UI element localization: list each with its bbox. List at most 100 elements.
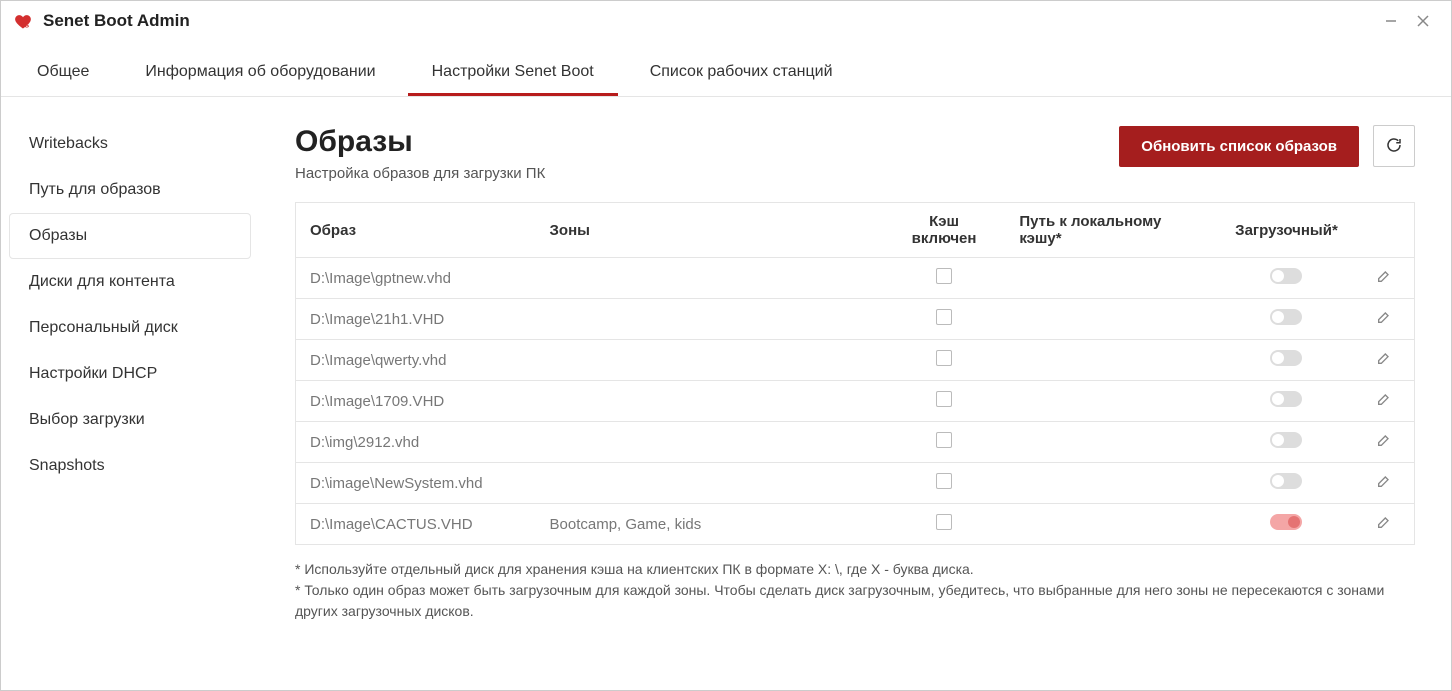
titlebar: S Senet Boot Admin: [1, 1, 1451, 41]
cell-image: D:\Image\CACTUS.VHD: [296, 504, 536, 545]
table-row: D:\Image\21h1.VHD: [296, 299, 1415, 340]
cell-edit: [1353, 504, 1414, 545]
update-images-button[interactable]: Обновить список образов: [1119, 126, 1359, 167]
bootable-toggle[interactable]: [1270, 391, 1302, 407]
col-header-edit: [1353, 203, 1414, 258]
sidebar-item-3[interactable]: Диски для контента: [1, 259, 259, 305]
refresh-icon: [1385, 136, 1403, 157]
cell-edit: [1353, 422, 1414, 463]
table-row: D:\image\NewSystem.vhd: [296, 463, 1415, 504]
sidebar-item-7[interactable]: Snapshots: [1, 443, 259, 489]
tab-2[interactable]: Настройки Senet Boot: [408, 51, 618, 96]
cell-edit: [1353, 463, 1414, 504]
tab-3[interactable]: Список рабочих станций: [626, 51, 857, 96]
cell-image: D:\Image\1709.VHD: [296, 381, 536, 422]
cell-cache-path: [1005, 504, 1219, 545]
cell-bootable: [1220, 299, 1353, 340]
sidebar-item-5[interactable]: Настройки DHCP: [1, 351, 259, 397]
cell-cache-enabled: [883, 299, 1006, 340]
cell-cache-path: [1005, 381, 1219, 422]
svg-text:S: S: [25, 23, 30, 30]
cache-checkbox[interactable]: [936, 432, 952, 448]
edit-icon[interactable]: [1376, 476, 1392, 493]
content: Образы Настройка образов для загрузки ПК…: [259, 97, 1451, 690]
cache-checkbox[interactable]: [936, 514, 952, 530]
cache-checkbox[interactable]: [936, 268, 952, 284]
sidebar-item-0[interactable]: Writebacks: [1, 121, 259, 167]
cell-zones: [536, 340, 883, 381]
col-header-image: Образ: [296, 203, 536, 258]
cell-cache-path: [1005, 463, 1219, 504]
cell-bootable: [1220, 381, 1353, 422]
sidebar-item-1[interactable]: Путь для образов: [1, 167, 259, 213]
bootable-toggle[interactable]: [1270, 473, 1302, 489]
table-row: D:\Image\CACTUS.VHDBootcamp, Game, kids: [296, 504, 1415, 545]
cell-cache-enabled: [883, 463, 1006, 504]
col-header-cache-enabled: Кэш включен: [883, 203, 1006, 258]
cell-zones: Bootcamp, Game, kids: [536, 504, 883, 545]
footnotes: * Используйте отдельный диск для хранени…: [295, 559, 1415, 622]
cell-image: D:\Image\qwerty.vhd: [296, 340, 536, 381]
edit-icon[interactable]: [1376, 312, 1392, 329]
bootable-toggle[interactable]: [1270, 432, 1302, 448]
col-header-zones: Зоны: [536, 203, 883, 258]
edit-icon[interactable]: [1376, 394, 1392, 411]
cell-cache-enabled: [883, 422, 1006, 463]
cell-cache-path: [1005, 422, 1219, 463]
tab-0[interactable]: Общее: [13, 51, 113, 96]
cell-edit: [1353, 299, 1414, 340]
cell-bootable: [1220, 258, 1353, 299]
sidebar-item-6[interactable]: Выбор загрузки: [1, 397, 259, 443]
sidebar-item-2[interactable]: Образы: [9, 213, 251, 259]
cell-zones: [536, 258, 883, 299]
minimize-button[interactable]: [1375, 5, 1407, 37]
edit-icon[interactable]: [1376, 353, 1392, 370]
cell-zones: [536, 381, 883, 422]
cell-cache-enabled: [883, 504, 1006, 545]
page-title: Образы: [295, 125, 545, 159]
cell-bootable: [1220, 463, 1353, 504]
table-row: D:\img\2912.vhd: [296, 422, 1415, 463]
sidebar: WritebacksПуть для образовОбразыДиски дл…: [1, 97, 259, 690]
cell-edit: [1353, 381, 1414, 422]
table-row: D:\Image\1709.VHD: [296, 381, 1415, 422]
cache-checkbox[interactable]: [936, 473, 952, 489]
edit-icon[interactable]: [1376, 435, 1392, 452]
app-title: Senet Boot Admin: [43, 11, 190, 31]
footnote-1: * Используйте отдельный диск для хранени…: [295, 559, 1415, 580]
cell-bootable: [1220, 340, 1353, 381]
cache-checkbox[interactable]: [936, 350, 952, 366]
page-subtitle: Настройка образов для загрузки ПК: [295, 165, 545, 182]
cell-image: D:\Image\gptnew.vhd: [296, 258, 536, 299]
refresh-button[interactable]: [1373, 125, 1415, 167]
main-tabs: ОбщееИнформация об оборудованииНастройки…: [1, 41, 1451, 97]
bootable-toggle[interactable]: [1270, 350, 1302, 366]
cache-checkbox[interactable]: [936, 391, 952, 407]
bootable-toggle[interactable]: [1270, 514, 1302, 530]
app-logo-icon: S: [13, 11, 33, 31]
col-header-bootable: Загрузочный*: [1220, 203, 1353, 258]
cell-zones: [536, 422, 883, 463]
cell-zones: [536, 463, 883, 504]
bootable-toggle[interactable]: [1270, 268, 1302, 284]
page-actions: Обновить список образов: [1119, 125, 1415, 167]
cell-cache-path: [1005, 299, 1219, 340]
edit-icon[interactable]: [1376, 517, 1392, 534]
cache-checkbox[interactable]: [936, 309, 952, 325]
sidebar-item-4[interactable]: Персональный диск: [1, 305, 259, 351]
cell-image: D:\Image\21h1.VHD: [296, 299, 536, 340]
cell-image: D:\img\2912.vhd: [296, 422, 536, 463]
edit-icon[interactable]: [1376, 271, 1392, 288]
cell-cache-path: [1005, 340, 1219, 381]
cell-cache-enabled: [883, 381, 1006, 422]
images-table: Образ Зоны Кэш включен Путь к локальному…: [295, 202, 1415, 545]
close-button[interactable]: [1407, 5, 1439, 37]
cell-cache-enabled: [883, 258, 1006, 299]
cell-zones: [536, 299, 883, 340]
app-window: S Senet Boot Admin ОбщееИнформация об об…: [0, 0, 1452, 691]
cell-cache-enabled: [883, 340, 1006, 381]
cell-bootable: [1220, 504, 1353, 545]
tab-1[interactable]: Информация об оборудовании: [121, 51, 399, 96]
bootable-toggle[interactable]: [1270, 309, 1302, 325]
body: WritebacksПуть для образовОбразыДиски дл…: [1, 97, 1451, 690]
